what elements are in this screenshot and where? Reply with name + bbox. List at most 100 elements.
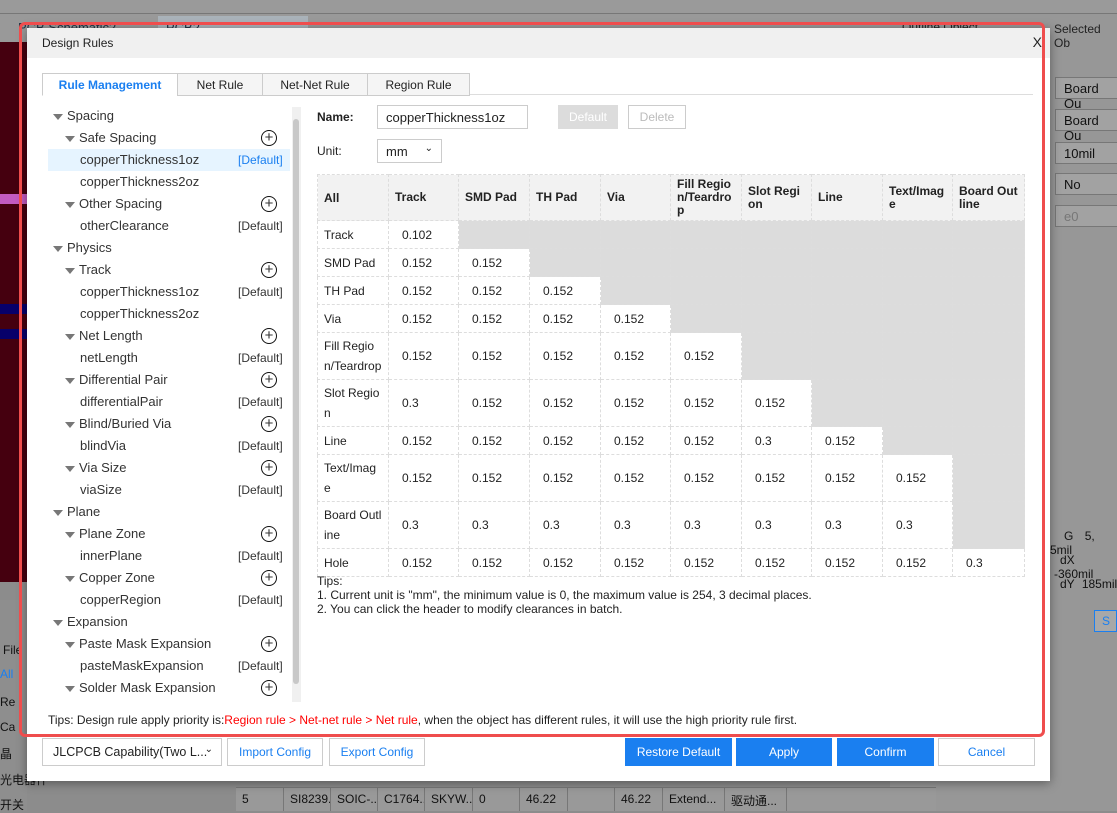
clearance-cell[interactable]: 0.152 [388,426,459,455]
caret-down-icon[interactable] [53,113,63,120]
export-config-button[interactable]: Export Config [329,738,425,766]
caret-down-icon[interactable] [65,685,75,692]
row-header[interactable]: Line [317,426,389,455]
caret-down-icon[interactable] [65,575,75,582]
column-header[interactable]: Track [388,174,459,221]
tree-item[interactable]: Safe Spacing + [48,127,288,149]
caret-down-icon[interactable] [65,377,75,384]
add-rule-icon[interactable]: + [261,680,277,696]
column-header[interactable]: SMD Pad [458,174,530,221]
clearance-cell[interactable]: 0.152 [529,332,601,380]
tab-rule-management[interactable]: Rule Management [42,73,178,96]
clearance-cell[interactable]: 0.152 [811,426,883,455]
row-header[interactable]: Hole [317,548,389,577]
tree-item[interactable]: Physics [48,237,288,259]
tab-region-rule[interactable]: Region Rule [367,73,470,96]
s-button[interactable]: S [1094,610,1117,632]
clearance-cell[interactable]: 0.3 [388,501,459,549]
clearance-cell[interactable]: 0.152 [388,332,459,380]
restore-default-button[interactable]: Restore Default [625,738,732,766]
tree-item[interactable]: copperThickness1oz [Default] [48,149,290,171]
caret-down-icon[interactable] [65,421,75,428]
add-rule-icon[interactable]: + [261,570,277,586]
add-rule-icon[interactable]: + [261,526,277,542]
clearance-cell[interactable]: 0.152 [458,426,530,455]
bom-table-row[interactable]: 5 SI8239... SOIC-... C1764... SKYW... 0 … [236,787,936,811]
pcb-canvas[interactable] [0,42,27,582]
close-icon[interactable]: X [1033,34,1042,50]
tab-net-net-rule[interactable]: Net-Net Rule [262,73,368,96]
clearance-cell[interactable]: 0.152 [882,548,953,577]
clearance-cell[interactable]: 0.152 [600,454,671,502]
delete-button[interactable]: Delete [628,105,686,129]
clearance-cell[interactable]: 0.152 [529,426,601,455]
row-header[interactable]: Slot Region [317,379,389,427]
clearance-cell[interactable]: 0.3 [741,426,812,455]
apply-button[interactable]: Apply [736,738,832,766]
tree-item[interactable]: Expansion [48,611,288,633]
caret-down-icon[interactable] [65,465,75,472]
tree-item[interactable]: Blind/Buried Via + [48,413,288,435]
clearance-cell[interactable]: 0.3 [811,501,883,549]
clearance-cell[interactable]: 0.152 [458,332,530,380]
caret-down-icon[interactable] [65,641,75,648]
library-item[interactable]: 晶 [0,745,12,762]
clearance-cell[interactable]: 0.152 [882,454,953,502]
clearance-cell[interactable]: 0.152 [670,426,742,455]
clearance-cell[interactable]: 0.152 [600,379,671,427]
column-header[interactable]: Fill Region/Teardrop [670,174,742,221]
scrollbar-thumb[interactable] [293,119,299,684]
clearance-cell[interactable]: 0.3 [529,501,601,549]
clearance-cell[interactable]: 0.152 [670,379,742,427]
cancel-button[interactable]: Cancel [938,738,1035,766]
clearance-cell[interactable]: 0.152 [670,454,742,502]
tree-item[interactable]: pasteMaskExpansion [Default] [48,655,290,677]
add-rule-icon[interactable]: + [261,460,277,476]
clearance-cell[interactable]: 0.152 [670,548,742,577]
clearance-cell[interactable]: 0.152 [529,379,601,427]
row-header[interactable]: TH Pad [317,276,389,305]
clearance-cell[interactable]: 0.152 [458,304,530,333]
clearance-cell[interactable]: 0.3 [741,501,812,549]
name-input[interactable]: copperThickness1oz [377,105,528,129]
unit-select[interactable]: mm ⌄ [377,139,442,163]
tree-item[interactable]: Plane [48,501,288,523]
caret-down-icon[interactable] [53,245,63,252]
clearance-cell[interactable]: 0.152 [529,454,601,502]
clearance-cell[interactable]: 0.152 [741,548,812,577]
column-header[interactable]: Text/Image [882,174,953,221]
caret-down-icon[interactable] [53,619,63,626]
library-item[interactable]: 开关 [0,796,24,813]
column-header[interactable]: Line [811,174,883,221]
clearance-cell[interactable]: 0.152 [741,454,812,502]
capability-select[interactable]: JLCPCB Capability(Two L... ⌄ [42,738,222,766]
tree-item[interactable]: copperThickness1oz [Default] [48,281,290,303]
add-rule-icon[interactable]: + [261,636,277,652]
clearance-cell[interactable]: 0.3 [388,379,459,427]
tree-item[interactable]: Via Size + [48,457,288,479]
property-field[interactable]: Board Ou [1055,109,1117,143]
clearance-cell[interactable]: 0.3 [670,501,742,549]
clearance-cell[interactable]: 0.152 [811,548,883,577]
row-header[interactable]: Fill Region/Teardrop [317,332,389,380]
property-field[interactable]: e0 [1055,205,1117,227]
clearance-cell[interactable]: 0.152 [388,548,459,577]
library-item[interactable]: Ca [0,720,15,734]
clearance-cell[interactable]: 0.152 [741,379,812,427]
property-field[interactable]: 10mil [1055,142,1117,164]
tree-item[interactable]: blindVia [Default] [48,435,290,457]
row-header[interactable]: Via [317,304,389,333]
library-item[interactable]: Re [0,695,15,709]
confirm-button[interactable]: Confirm [837,738,934,766]
column-header[interactable]: Slot Region [741,174,812,221]
clearance-cell[interactable]: 0.152 [388,454,459,502]
add-rule-icon[interactable]: + [261,416,277,432]
clearance-cell[interactable]: 0.152 [458,248,530,277]
tree-item[interactable]: netLength [Default] [48,347,290,369]
clearance-cell[interactable]: 0.152 [458,548,530,577]
tree-item[interactable]: copperThickness2oz [48,171,290,193]
row-header[interactable]: SMD Pad [317,248,389,277]
tree-item[interactable]: Net Length + [48,325,288,347]
clearance-cell[interactable]: 0.152 [600,426,671,455]
tree-item[interactable]: Copper Zone + [48,567,288,589]
